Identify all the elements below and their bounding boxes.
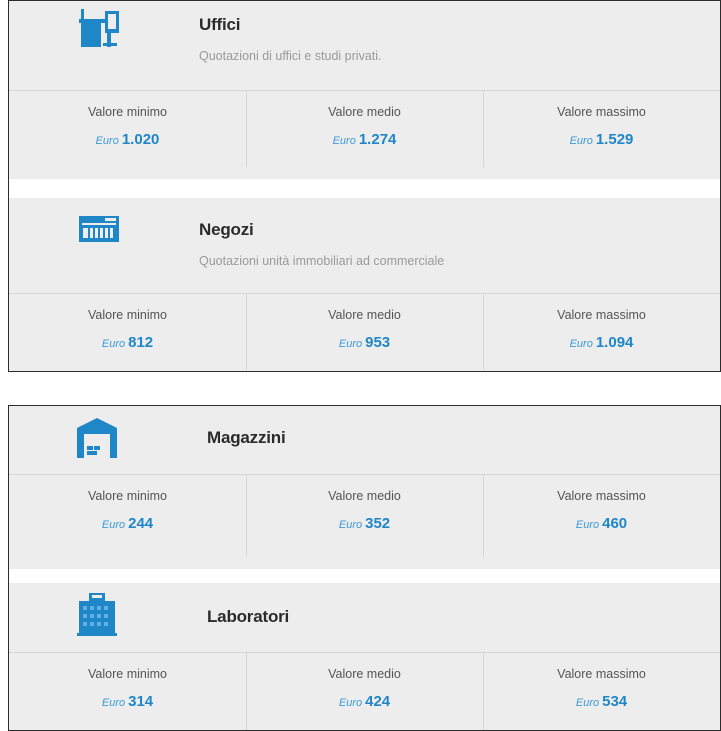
stat-label: Valore massimo [557,489,646,503]
price-value: 314 [128,693,154,710]
stat-value: Euro 244 [9,515,246,533]
category-header: Magazzini [9,406,720,474]
laboratory-building-icon [77,593,117,642]
warehouse-icon [77,418,117,463]
stat-label: Valore medio [328,308,401,322]
top-screenshot-panel: Uffici Quotazioni di uffici e studi priv… [8,0,721,372]
stat-min: Valore minimo Euro 244 [9,475,246,557]
price-value: 460 [602,515,628,532]
category-card-uffici: Uffici Quotazioni di uffici e studi priv… [9,1,720,179]
currency-label: Euro [338,519,363,531]
stat-min: Valore minimo Euro 812 [9,294,246,370]
stat-value: Euro 1.020 [9,131,246,149]
price-value: 534 [602,693,628,710]
stat-label: Valore minimo [88,105,167,119]
stat-avg: Valore medio Euro 352 [246,475,483,557]
price-value: 424 [365,693,391,710]
category-header: Uffici Quotazioni di uffici e studi priv… [9,1,720,90]
currency-label: Euro [575,697,600,709]
category-title: Negozi [199,220,254,239]
category-subtitle: Quotazioni unità immobiliari ad commerci… [199,254,445,268]
stat-max: Valore massimo Euro 1.529 [483,91,720,167]
stat-label: Valore massimo [557,105,646,119]
price-value: 812 [128,334,154,351]
currency-label: Euro [569,338,593,350]
stat-max: Valore massimo Euro 534 [483,653,720,730]
stat-value: Euro 1.274 [246,131,483,149]
office-desk-icon [77,9,123,56]
stat-avg: Valore medio Euro 1.274 [246,91,483,167]
shop-icon [79,216,119,251]
stat-label: Valore medio [328,105,401,119]
price-value: 1.094 [595,334,634,351]
currency-label: Euro [95,135,119,147]
currency-label: Euro [101,519,126,531]
category-title: Laboratori [207,607,290,626]
stat-label: Valore minimo [88,489,167,503]
category-header: Laboratori [9,583,720,652]
price-value: 1.020 [121,131,160,148]
price-value: 352 [365,515,391,532]
category-card-laboratori: Laboratori Valore minimo Euro 314 Valore … [9,583,720,730]
stat-value: Euro 534 [483,693,720,711]
currency-label: Euro [332,135,356,147]
stat-label: Valore massimo [557,308,646,322]
price-value: 1.529 [595,131,634,148]
category-card-negozi: Negozi Quotazioni unità immobiliari ad c… [9,198,720,371]
stat-value: Euro 424 [246,693,483,711]
stat-label: Valore minimo [88,308,167,322]
currency-label: Euro [338,697,363,709]
currency-label: Euro [569,135,593,147]
stat-value: Euro 314 [9,693,246,711]
currency-label: Euro [101,697,126,709]
stat-label: Valore minimo [88,667,167,681]
stat-value: Euro 812 [9,334,246,352]
stat-label: Valore medio [328,667,401,681]
price-value: 1.274 [358,131,397,148]
stat-label: Valore massimo [557,667,646,681]
currency-label: Euro [338,338,363,350]
category-subtitle: Quotazioni di uffici e studi privati. [199,49,382,63]
stat-value: Euro 352 [246,515,483,533]
price-stats: Valore minimo Euro 314 Valore medio Euro 4… [9,653,720,730]
bottom-screenshot-panel: Magazzini Valore minimo Euro 244 Valore m… [8,405,721,731]
stat-avg: Valore medio Euro 953 [246,294,483,370]
stat-value: Euro 1.529 [483,131,720,149]
stat-max: Valore massimo Euro 460 [483,475,720,557]
stat-value: Euro 460 [483,515,720,533]
category-header: Negozi Quotazioni unità immobiliari ad c… [9,198,720,293]
currency-label: Euro [575,519,600,531]
price-stats: Valore minimo Euro 244 Valore medio Euro 3… [9,475,720,557]
stat-min: Valore minimo Euro 314 [9,653,246,730]
stat-max: Valore massimo Euro 1.094 [483,294,720,370]
category-card-magazzini: Magazzini Valore minimo Euro 244 Valore m… [9,406,720,569]
currency-label: Euro [101,338,126,350]
category-title: Uffici [199,15,241,34]
stat-avg: Valore medio Euro 424 [246,653,483,730]
stat-value: Euro 953 [246,334,483,352]
category-title: Magazzini [207,428,286,447]
price-stats: Valore minimo Euro 812 Valore medio Euro 9… [9,294,720,370]
stat-min: Valore minimo Euro 1.020 [9,91,246,167]
price-value: 244 [128,515,154,532]
stat-label: Valore medio [328,489,401,503]
price-value: 953 [365,334,391,351]
price-stats: Valore minimo Euro 1.020 Valore medio Eur… [9,91,720,167]
stat-value: Euro 1.094 [483,334,720,352]
